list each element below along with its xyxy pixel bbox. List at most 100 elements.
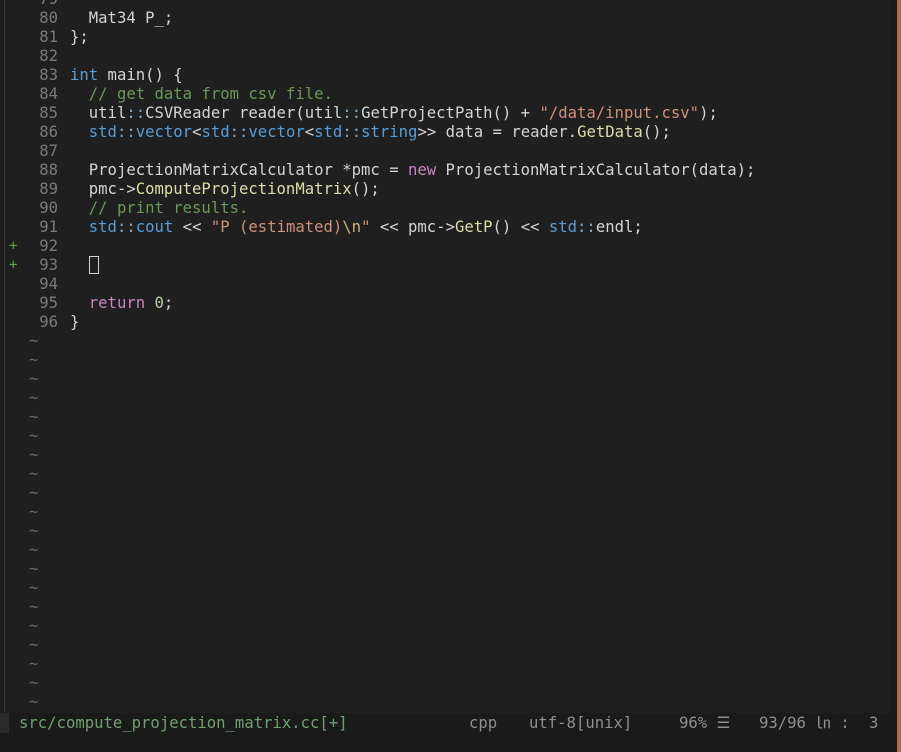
sign-column [0,465,18,484]
line-number: 82 [39,47,58,65]
code-line[interactable]: 79 [0,0,891,9]
empty-line: ~ [0,484,891,503]
statusline-filetype: cpp [469,714,498,732]
sign-column [0,294,18,313]
sign-column [0,693,18,712]
sign-column [0,47,18,66]
code-line[interactable]: 91 std::cout << "P (estimated)\n" << pmc… [0,218,891,237]
code-line[interactable]: 87 [0,142,891,161]
end-of-buffer-tilde: ~ [29,446,39,464]
sign-column-bar [4,218,5,237]
empty-line: ~ [0,351,891,370]
sign-column-bar [4,541,5,560]
sign-column [0,541,18,560]
code-line[interactable]: 80 Mat34 P_; [0,9,891,28]
empty-line: ~ [0,674,891,693]
code-text: } [70,313,79,332]
empty-line: ~ [0,389,891,408]
code-token: ComputeProjectionMatrix [135,180,352,198]
code-line[interactable]: +93 [0,256,891,275]
git-added-sign: + [9,238,18,254]
empty-line: ~ [0,617,891,636]
code-token: << [173,218,211,236]
empty-line: ~ [0,655,891,674]
empty-line: ~ [0,408,891,427]
sign-column-bar [4,465,5,484]
sign-column [0,408,18,427]
code-token: (); [642,123,671,141]
code-line[interactable]: 82 [0,47,891,66]
code-token: :: [116,218,136,236]
sign-column-bar [4,655,5,674]
empty-line: ~ [0,465,891,484]
sign-column [0,674,18,693]
end-of-buffer-tilde: ~ [29,579,39,597]
code-line[interactable]: 84 // get data from csv file. [0,85,891,104]
sign-column [0,313,18,332]
sign-column [0,161,18,180]
code-line[interactable]: 89 pmc->ComputeProjectionMatrix(); [0,180,891,199]
code-line[interactable]: 83 int main() { [0,66,891,85]
sign-column [0,218,18,237]
empty-line: ~ [0,427,891,446]
code-text: // print results. [70,199,249,218]
empty-line: ~ [0,522,891,541]
sign-column [0,123,18,142]
code-token: } [70,313,80,331]
sign-column [0,370,18,389]
code-line[interactable]: 81}; [0,28,891,47]
code-line[interactable]: +92 [0,237,891,256]
text-cursor [88,256,99,274]
sign-column-bar [4,66,5,85]
code-line[interactable]: 86 std::vector<std::vector<std::string>>… [0,123,891,142]
sign-column-bar [4,427,5,446]
empty-line: ~ [0,693,891,712]
code-line[interactable]: 96} [0,313,891,332]
code-text: ProjectionMatrixCalculator *pmc = new Pr… [70,161,756,180]
code-token: (); [351,180,380,198]
code-token: ProjectionMatrixCalculator(data); [436,161,756,179]
line-number: 91 [39,218,58,236]
code-line[interactable]: 90 // print results. [0,199,891,218]
code-line[interactable]: 94 [0,275,891,294]
sign-column [0,617,18,636]
line-number: 94 [39,275,58,293]
statusline-column: 3 [869,714,879,732]
sign-column-bar [4,522,5,541]
code-token: vector [135,123,193,141]
code-token: util [70,104,127,122]
code-token: GetData [577,123,643,141]
code-text: std::cout << "P (estimated)\n" << pmc->G… [70,218,643,237]
code-text: util::CSVReader reader(util::GetProjectP… [70,104,718,123]
empty-line: ~ [0,598,891,617]
sign-column [0,579,18,598]
end-of-buffer-tilde: ~ [29,617,39,635]
end-of-buffer-tilde: ~ [29,351,39,369]
window-edge-accent [897,0,901,752]
code-token: std [314,123,343,141]
statusline-position: 93/96 ㏑ : [759,714,850,732]
sign-column: + [0,256,18,275]
sign-column-bar [4,199,5,218]
sign-column [0,351,18,370]
sign-column-bar [4,161,5,180]
code-line[interactable]: 85 util::CSVReader reader(util::GetProje… [0,104,891,123]
editor-buffer[interactable]: 7980 Mat34 P_;81};8283int main() {84 // … [0,0,891,713]
empty-line: ~ [0,503,891,522]
code-token: Mat34 P_; [70,9,174,27]
code-token: :: [342,123,362,141]
sign-column-bar [4,294,5,313]
sign-column-bar [4,389,5,408]
sign-column-bar [4,9,5,28]
code-line[interactable]: 95 return 0; [0,294,891,313]
sign-column [0,199,18,218]
code-line[interactable]: 88 ProjectionMatrixCalculator *pmc = new… [0,161,891,180]
sign-column-bar [4,579,5,598]
code-text: }; [70,28,89,47]
sign-column [0,142,18,161]
code-token: \n [342,218,362,236]
sign-column-bar [4,674,5,693]
code-token: :: [342,104,362,122]
